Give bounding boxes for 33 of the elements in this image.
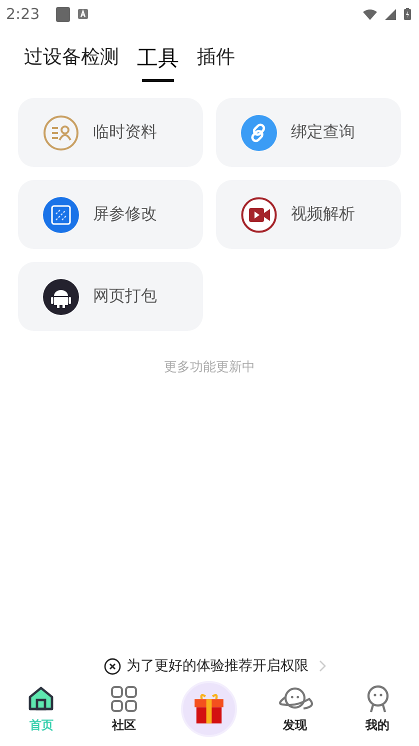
permission-notice[interactable]: 为了更好的体验推荐开启权限 — [126, 657, 308, 675]
more-features-note: 更多功能更新中 — [164, 359, 255, 376]
tool-card[interactable]: 视频解析 — [216, 180, 401, 249]
keyboard-notification-icon — [78, 9, 88, 19]
tool-label: 网页打包 — [93, 286, 157, 307]
tab[interactable]: 过设备检测 — [22, 44, 121, 80]
nav-item[interactable]: 我的 — [352, 684, 403, 734]
person-card-icon — [43, 114, 79, 150]
tab[interactable]: 工具 — [135, 44, 181, 82]
tool-label: 视频解析 — [291, 204, 355, 225]
tool-card[interactable]: 临时资料 — [18, 98, 203, 167]
signal-icon — [385, 8, 396, 20]
status-time: 2:23 — [6, 5, 40, 23]
wifi-icon — [363, 8, 377, 20]
tool-label: 绑定查询 — [291, 122, 355, 143]
battery-icon — [404, 8, 411, 20]
link-icon — [241, 114, 277, 150]
tool-label: 屏参修改 — [93, 204, 157, 225]
nav-item[interactable]: 社区 — [98, 684, 149, 734]
home-icon — [27, 684, 56, 712]
app-notification-icon — [56, 6, 70, 22]
tool-card[interactable]: 绑定查询 — [216, 98, 401, 167]
screen-icon — [43, 196, 79, 232]
tool-label: 临时资料 — [93, 122, 157, 143]
grid-icon — [110, 684, 138, 712]
tool-card[interactable]: 网页打包 — [18, 262, 203, 331]
tool-card[interactable]: 屏参修改 — [18, 180, 203, 249]
tab[interactable]: 插件 — [195, 44, 237, 80]
nav-item[interactable]: 发现 — [270, 684, 320, 734]
video-camera-icon — [241, 196, 277, 232]
android-icon — [43, 278, 79, 314]
close-icon[interactable] — [104, 658, 120, 674]
planet-icon — [277, 684, 314, 712]
